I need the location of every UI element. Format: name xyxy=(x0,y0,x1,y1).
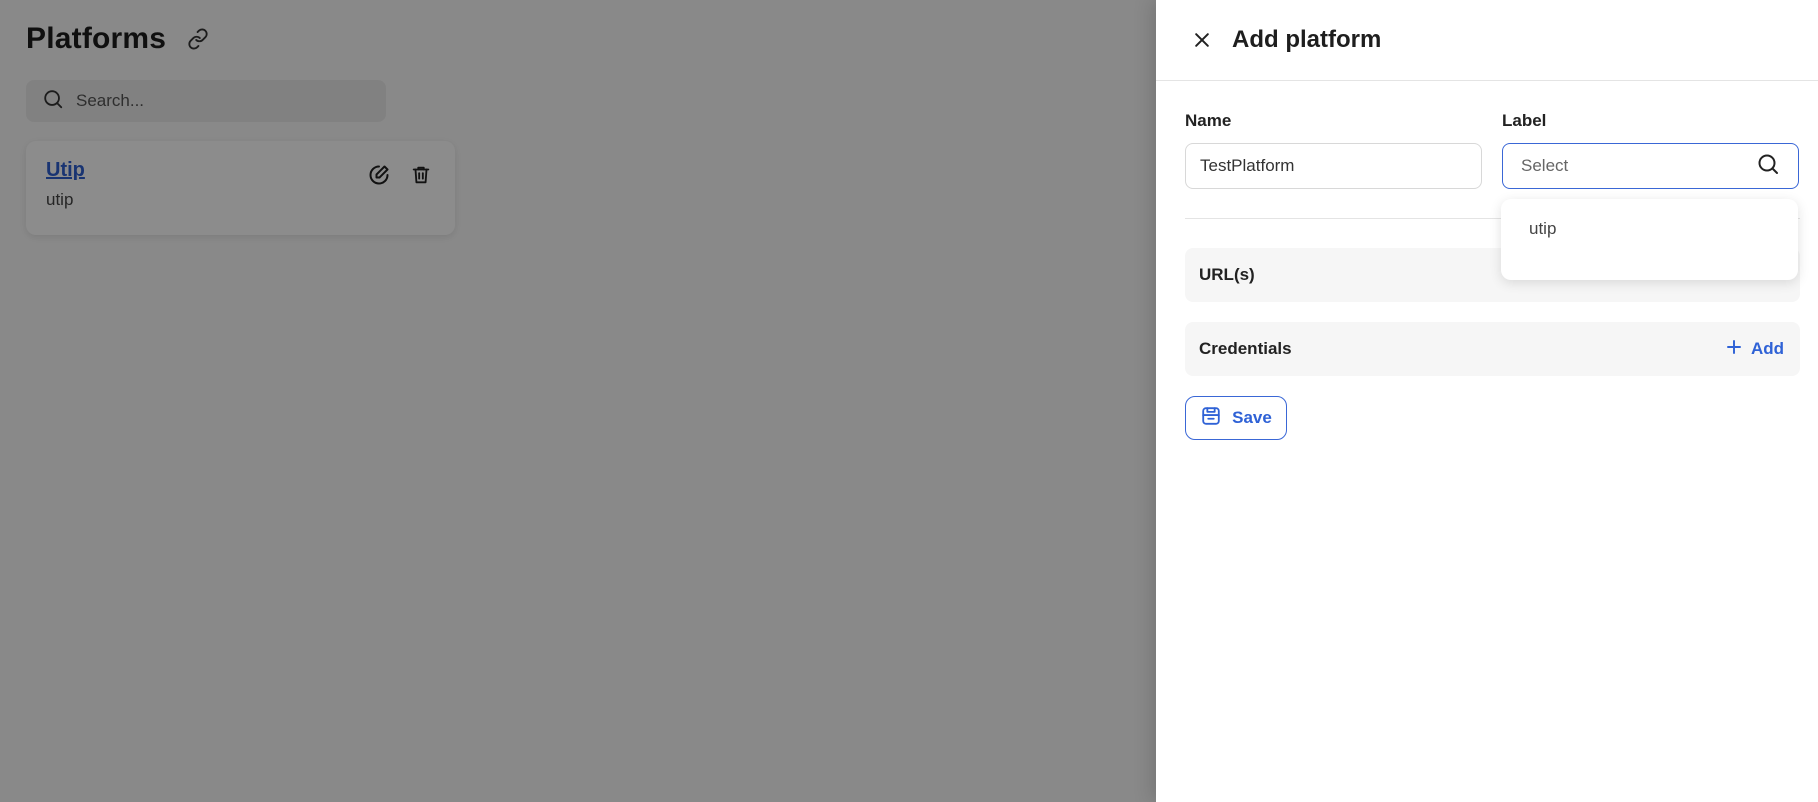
save-button[interactable]: Save xyxy=(1185,396,1287,440)
credentials-section: Credentials Add xyxy=(1185,322,1800,376)
plus-icon xyxy=(1725,338,1743,361)
drawer-title: Add platform xyxy=(1232,26,1382,53)
label-select-input[interactable] xyxy=(1521,156,1721,176)
label-label: Label xyxy=(1502,111,1547,130)
name-input[interactable] xyxy=(1185,143,1482,189)
add-credential-label: Add xyxy=(1750,339,1784,358)
credentials-section-title: Credentials xyxy=(1199,339,1292,358)
drawer-header: Add platform xyxy=(1156,0,1818,81)
name-field: Name xyxy=(1185,111,1482,189)
label-select[interactable] xyxy=(1502,143,1799,189)
add-credential-button[interactable]: Add xyxy=(1725,338,1784,361)
name-label: Name xyxy=(1185,111,1232,130)
drawer-body: Name Label URL(s) Credentials xyxy=(1156,81,1818,440)
label-option[interactable]: utip xyxy=(1529,219,1770,239)
close-icon[interactable] xyxy=(1188,26,1216,54)
add-platform-drawer: Add platform Name Label xyxy=(1156,0,1818,802)
label-field: Label xyxy=(1502,111,1799,189)
urls-section-title: URL(s) xyxy=(1199,265,1255,284)
save-label: Save xyxy=(1232,408,1272,427)
save-icon xyxy=(1200,405,1222,432)
search-icon xyxy=(1756,152,1780,181)
field-row: Name Label xyxy=(1185,111,1800,189)
label-dropdown: utip xyxy=(1501,199,1798,280)
